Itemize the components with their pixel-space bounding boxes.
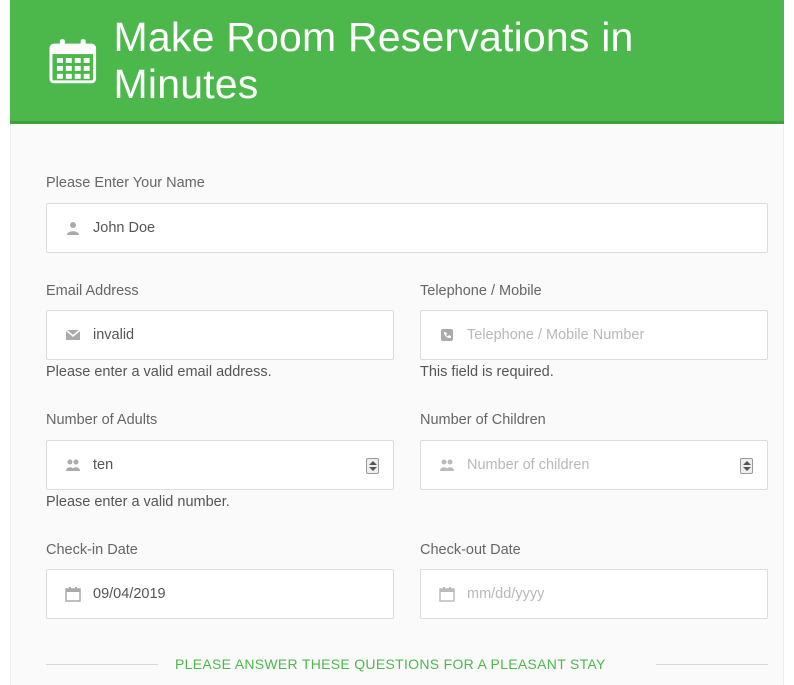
children-placeholder: Number of children [467,457,590,473]
page-title: Make Room Reservations in Minutes [113,13,634,107]
name-value: John Doe [93,220,156,236]
checkout-field[interactable]: mm/dd/yyyy [420,569,768,619]
header-banner: Make Room Reservations in Minutes [10,0,784,124]
user-icon [67,222,79,235]
calendar-icon [65,587,81,602]
calendar-icon [439,587,455,602]
checkout-placeholder: mm/dd/yyyy [467,586,545,602]
phone-icon [441,329,453,341]
phone-label: Telephone / Mobile [420,283,542,299]
email-label: Email Address [46,283,139,299]
phone-error: This field is required. [420,364,554,380]
section-divider-right [656,664,768,665]
name-field[interactable]: John Doe [46,203,768,253]
email-error: Please enter a valid email address. [46,364,272,380]
name-label: Please Enter Your Name [46,175,205,191]
adults-spinner[interactable] [366,458,379,474]
email-value: invalid [93,327,135,343]
adults-label: Number of Adults [46,412,158,428]
checkout-label: Check-out Date [420,542,521,558]
adults-field[interactable]: ten [46,440,394,490]
adults-value: ten [93,457,114,473]
children-field[interactable]: Number of children [420,440,768,490]
checkin-value: 09/04/2019 [93,586,166,602]
email-field[interactable]: invalid [46,310,394,360]
adults-error: Please enter a valid number. [46,494,230,510]
people-icon [440,459,454,471]
calendar-icon [49,38,97,83]
phone-placeholder: Telephone / Mobile Number [467,327,645,343]
children-spinner[interactable] [740,458,753,474]
phone-field[interactable]: Telephone / Mobile Number [420,310,768,360]
checkin-field[interactable]: 09/04/2019 [46,569,394,619]
envelope-icon [65,329,81,340]
section-divider-left [46,664,158,665]
people-icon [66,459,80,471]
checkin-label: Check-in Date [46,542,138,558]
children-label: Number of Children [420,412,546,428]
section-title: PLEASE ANSWER THESE QUESTIONS FOR A PLEA… [175,656,606,672]
